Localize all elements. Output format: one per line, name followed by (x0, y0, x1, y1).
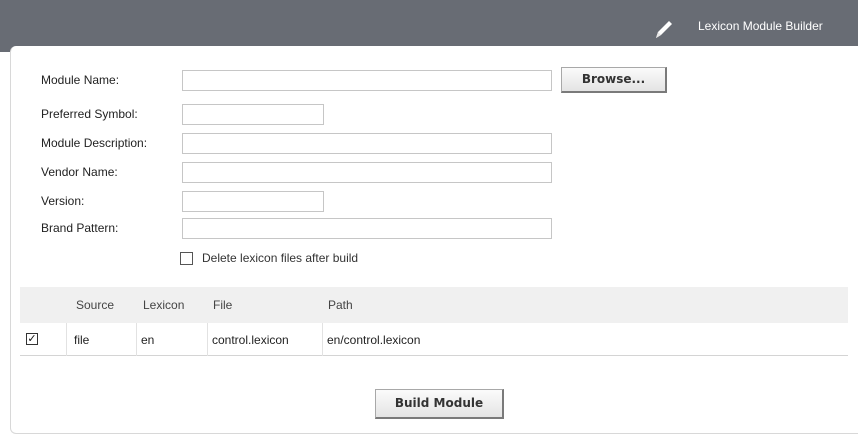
version-input[interactable] (182, 191, 324, 212)
module-description-label: Module Description: (41, 136, 148, 150)
cell-file: control.lexicon (212, 333, 289, 347)
delete-files-label: Delete lexicon files after build (202, 251, 359, 265)
pencil-icon[interactable] (652, 17, 676, 41)
module-description-input[interactable] (182, 133, 552, 154)
table-header: Source Lexicon File Path (20, 287, 848, 323)
build-module-button[interactable]: Build Module (375, 389, 504, 419)
brand-pattern-label: Brand Pattern: (41, 221, 119, 235)
builder-panel: Module Name: Browse... Preferred Symbol:… (10, 46, 858, 434)
cell-lexicon: en (141, 333, 155, 347)
cell-source: file (74, 333, 90, 347)
column-divider (207, 323, 208, 356)
browse-button[interactable]: Browse... (561, 67, 667, 93)
brand-pattern-input[interactable] (182, 218, 552, 239)
preferred-symbol-label: Preferred Symbol: (41, 107, 138, 121)
vendor-name-label: Vendor Name: (41, 165, 118, 179)
column-header-path[interactable]: Path (328, 298, 353, 312)
column-header-file[interactable]: File (213, 298, 232, 312)
preferred-symbol-input[interactable] (182, 104, 324, 125)
module-name-label: Module Name: (41, 73, 120, 87)
column-divider (66, 323, 67, 356)
column-divider (136, 323, 137, 356)
version-label: Version: (41, 194, 85, 208)
cell-path: en/control.lexicon (327, 333, 421, 347)
column-divider (322, 323, 323, 356)
delete-files-checkbox[interactable] (180, 252, 193, 265)
column-header-lexicon[interactable]: Lexicon (143, 298, 184, 312)
page-title: Lexicon Module Builder (698, 19, 823, 33)
column-header-source[interactable]: Source (76, 298, 114, 312)
module-name-input[interactable] (182, 70, 552, 91)
table-row[interactable]: ✓ file en control.lexicon en/control.lex… (20, 323, 848, 356)
vendor-name-input[interactable] (182, 162, 552, 183)
row-checkbox[interactable]: ✓ (26, 333, 38, 345)
title-bar: Lexicon Module Builder (0, 0, 858, 52)
